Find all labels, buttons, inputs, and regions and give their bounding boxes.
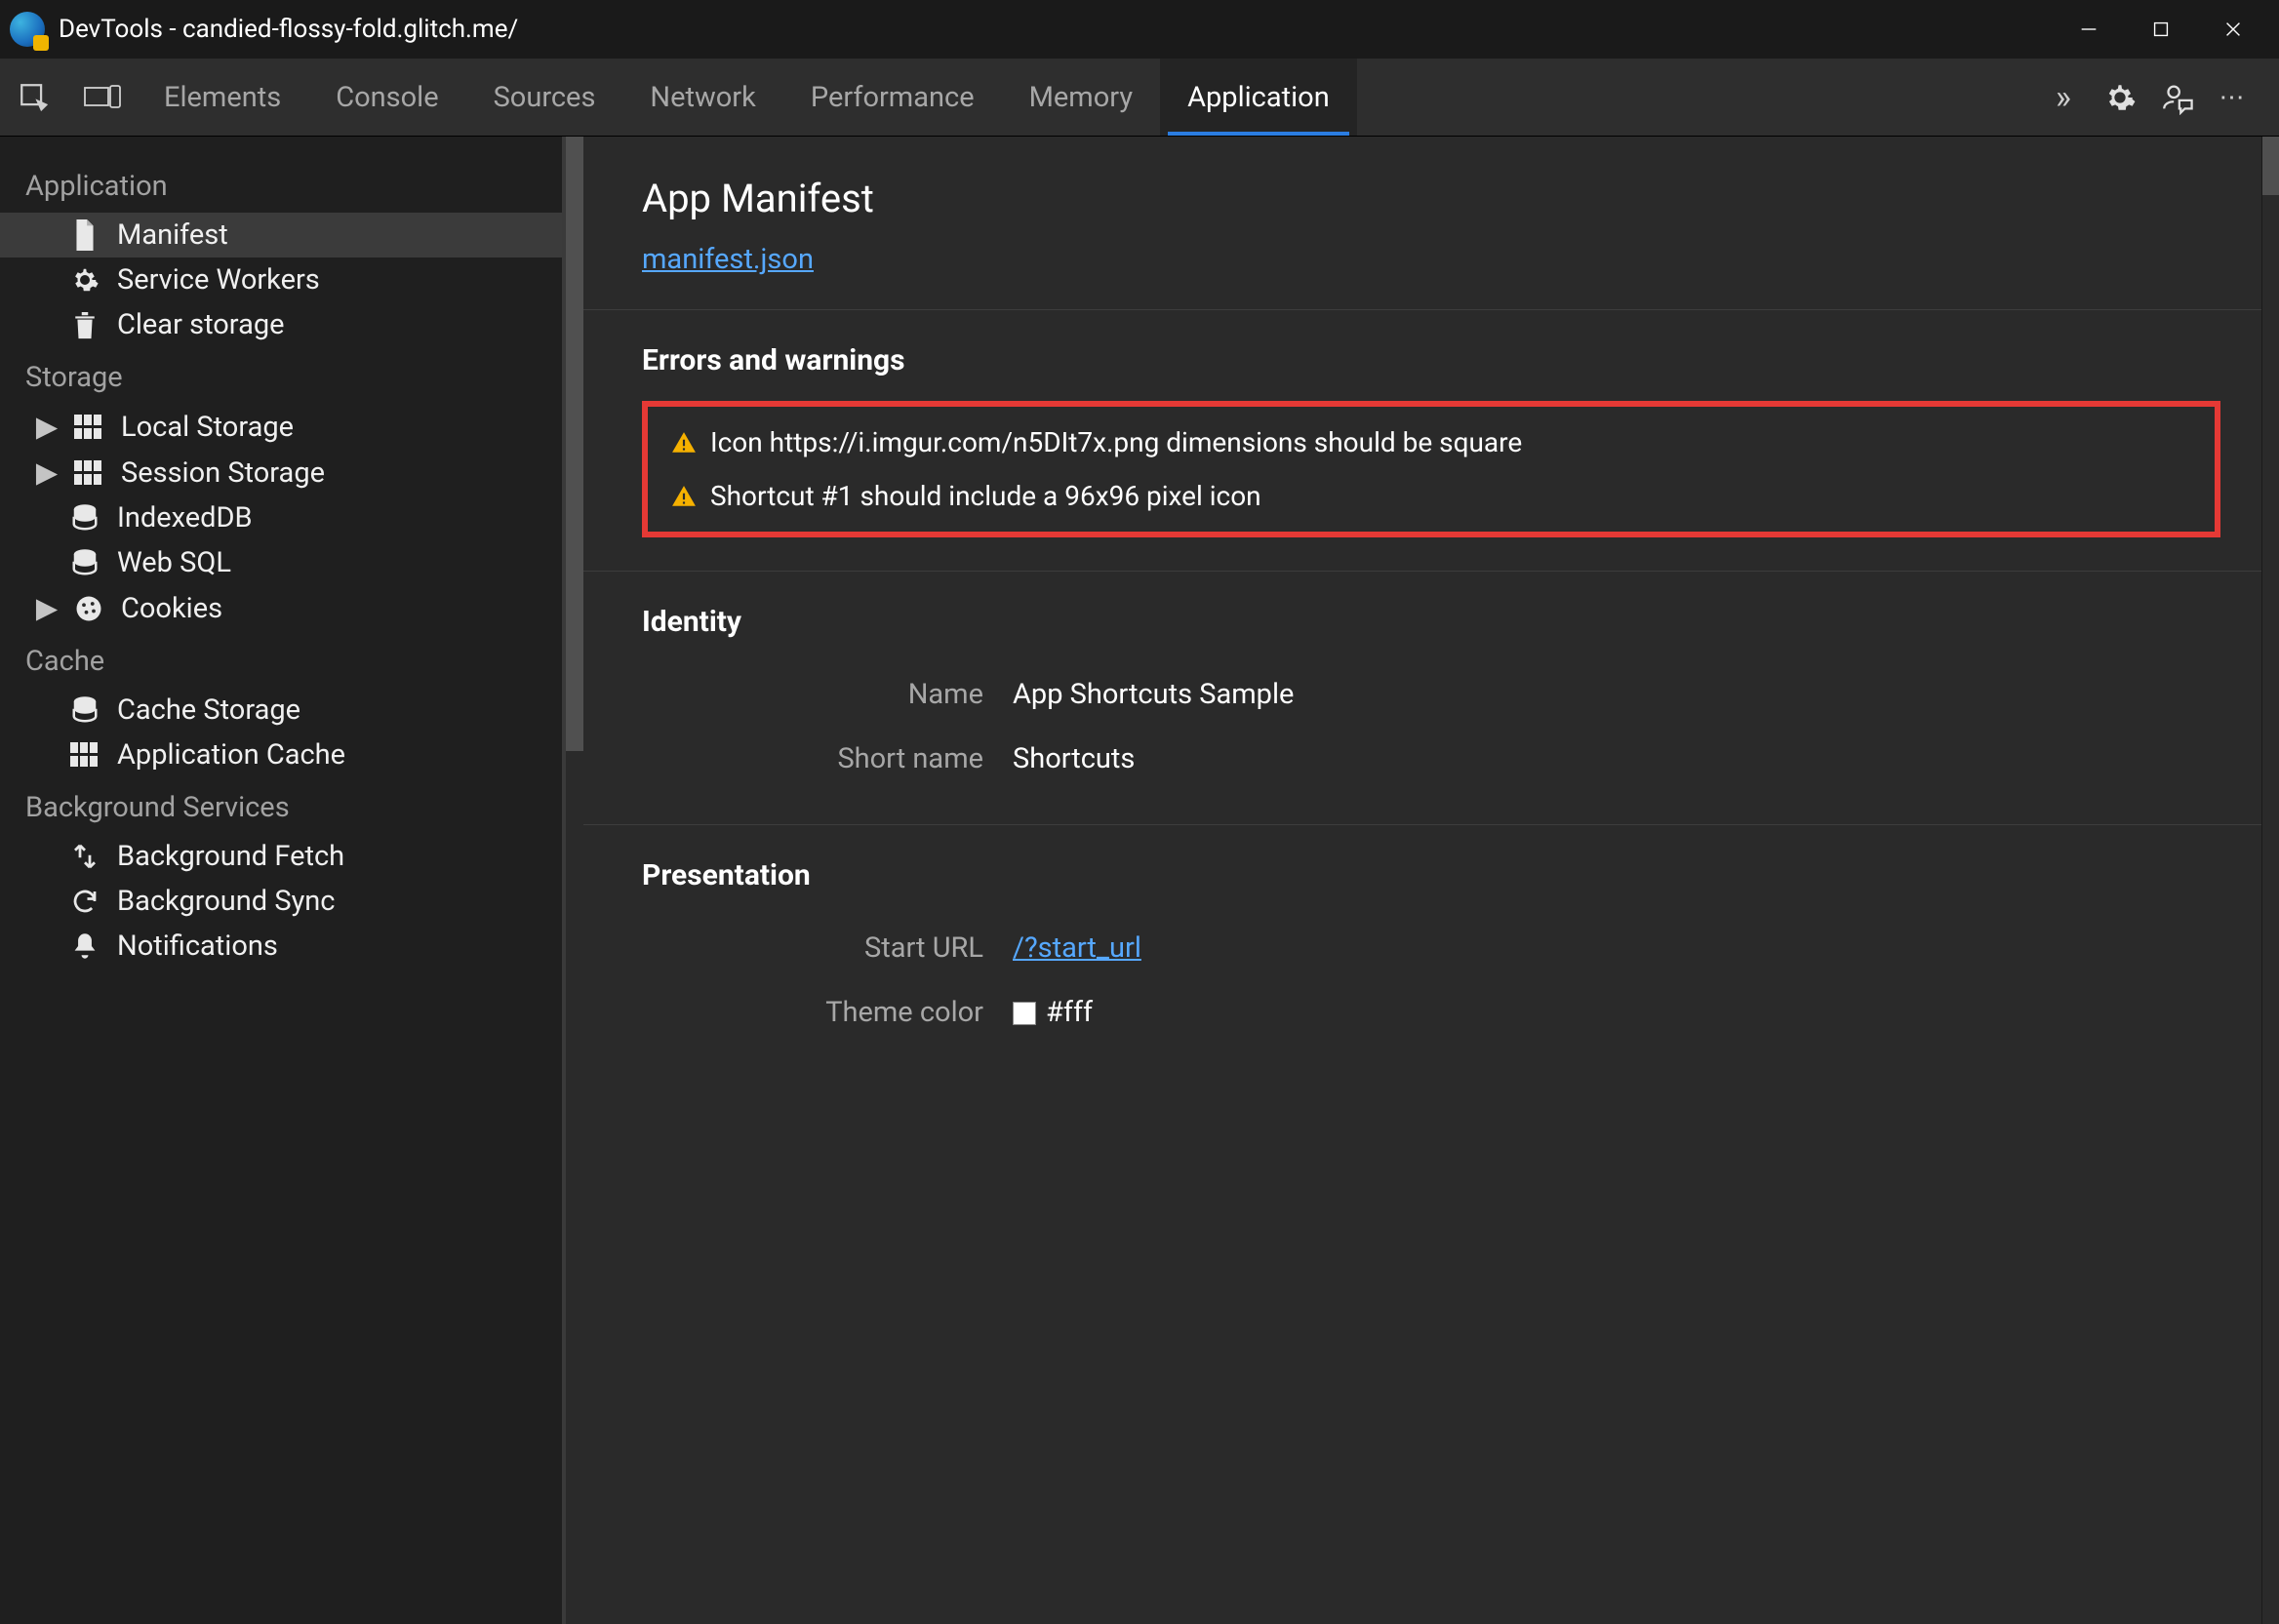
- identity-heading: Identity: [642, 605, 2220, 639]
- sync-icon: [68, 885, 101, 918]
- scrollbar-thumb[interactable]: [2262, 137, 2279, 195]
- theme-color-value: #fff: [1046, 996, 1093, 1029]
- file-icon: [68, 218, 101, 252]
- maximize-button[interactable]: [2125, 0, 2197, 59]
- sidebar-item-manifest[interactable]: Manifest: [0, 213, 562, 257]
- sidebar-item-label: IndexedDB: [117, 501, 253, 535]
- database-icon: [68, 501, 101, 535]
- sidebar-item-label: Background Sync: [117, 885, 336, 918]
- identity-name-label: Name: [642, 678, 1013, 711]
- gear-icon: [68, 263, 101, 297]
- sidebar-item-clear-storage[interactable]: Clear storage: [0, 302, 562, 347]
- sidebar-item-label: Notifications: [117, 930, 278, 963]
- sidebar-item-cookies[interactable]: ▶ Cookies: [0, 585, 562, 631]
- grid-icon: [72, 456, 105, 490]
- titlebar: DevTools - candied-flossy-fold.glitch.me…: [0, 0, 2279, 59]
- device-toolbar-icon[interactable]: [68, 59, 137, 136]
- close-button[interactable]: [2197, 0, 2269, 59]
- cookie-icon: [72, 592, 105, 625]
- minimize-button[interactable]: [2053, 0, 2125, 59]
- grid-icon: [72, 411, 105, 444]
- identity-shortname-value: Shortcuts: [1013, 742, 1135, 775]
- database-icon: [68, 546, 101, 579]
- panel-heading: App Manifest: [642, 176, 2220, 221]
- presentation-themecolor-row: Theme color #fff: [642, 980, 2220, 1045]
- sidebar-section-background-services: Background Services: [0, 777, 562, 834]
- application-sidebar: Application Manifest Service Workers Cle…: [0, 137, 566, 1624]
- identity-shortname-label: Short name: [642, 742, 1013, 775]
- sidebar-item-label: Local Storage: [121, 411, 294, 444]
- manifest-panel: App Manifest manifest.json Errors and wa…: [583, 137, 2279, 1624]
- feedback-icon[interactable]: [2160, 81, 2193, 114]
- sidebar-scrollbar[interactable]: [566, 137, 583, 1624]
- sidebar-item-background-fetch[interactable]: Background Fetch: [0, 834, 562, 879]
- inspect-element-icon[interactable]: [0, 59, 68, 136]
- sidebar-section-storage: Storage: [0, 347, 562, 404]
- tab-sources[interactable]: Sources: [466, 59, 623, 136]
- more-tabs-button[interactable]: »: [2047, 81, 2080, 114]
- more-menu-icon[interactable]: ⋯: [2217, 81, 2250, 114]
- sidebar-item-label: Manifest: [117, 218, 228, 252]
- sidebar-section-cache: Cache: [0, 631, 562, 688]
- tab-performance[interactable]: Performance: [783, 59, 1002, 136]
- start-url-label: Start URL: [642, 931, 1013, 965]
- sidebar-item-session-storage[interactable]: ▶ Session Storage: [0, 450, 562, 495]
- errors-highlight-box: Icon https://i.imgur.com/n5DIt7x.png dim…: [642, 401, 2220, 537]
- fetch-icon: [68, 840, 101, 873]
- trash-icon: [68, 308, 101, 341]
- main-scrollbar[interactable]: [2261, 137, 2279, 1624]
- sidebar-item-label: Application Cache: [117, 738, 345, 772]
- tab-memory[interactable]: Memory: [1002, 59, 1160, 136]
- devtools-window: DevTools - candied-flossy-fold.glitch.me…: [0, 0, 2279, 1624]
- chevron-right-icon[interactable]: ▶: [37, 410, 57, 444]
- errors-heading: Errors and warnings: [642, 343, 2220, 377]
- sidebar-item-label: Cookies: [121, 592, 222, 625]
- bell-icon: [68, 930, 101, 963]
- sidebar-item-service-workers[interactable]: Service Workers: [0, 257, 562, 302]
- sidebar-item-application-cache[interactable]: Application Cache: [0, 733, 562, 777]
- warning-row: Shortcut #1 should include a 96x96 pixel…: [671, 480, 2191, 512]
- theme-color-swatch: [1013, 1002, 1036, 1025]
- identity-shortname-row: Short name Shortcuts: [642, 727, 2220, 791]
- sidebar-item-indexeddb[interactable]: IndexedDB: [0, 495, 562, 540]
- sidebar-item-background-sync[interactable]: Background Sync: [0, 879, 562, 924]
- identity-name-row: Name App Shortcuts Sample: [642, 662, 2220, 727]
- sidebar-item-websql[interactable]: Web SQL: [0, 540, 562, 585]
- devtools-tabbar: Elements Console Sources Network Perform…: [0, 59, 2279, 137]
- scrollbar-thumb[interactable]: [566, 137, 583, 751]
- sidebar-item-label: Service Workers: [117, 263, 320, 297]
- manifest-link[interactable]: manifest.json: [642, 243, 814, 276]
- sidebar-item-label: Background Fetch: [117, 840, 344, 873]
- tab-console[interactable]: Console: [308, 59, 465, 136]
- warning-row: Icon https://i.imgur.com/n5DIt7x.png dim…: [671, 426, 2191, 458]
- sidebar-item-label: Session Storage: [121, 456, 325, 490]
- tab-network[interactable]: Network: [622, 59, 782, 136]
- presentation-starturl-row: Start URL /?start_url: [642, 916, 2220, 980]
- sidebar-item-label: Cache Storage: [117, 693, 300, 727]
- tab-strip: Elements Console Sources Network Perform…: [137, 59, 2018, 136]
- sidebar-item-label: Web SQL: [117, 546, 231, 579]
- database-icon: [68, 693, 101, 727]
- warning-icon: [671, 484, 697, 509]
- warning-text: Shortcut #1 should include a 96x96 pixel…: [710, 480, 1261, 512]
- sidebar-section-application: Application: [0, 156, 562, 213]
- settings-gear-icon[interactable]: [2103, 81, 2137, 114]
- tab-application[interactable]: Application: [1160, 59, 1357, 136]
- chevron-right-icon[interactable]: ▶: [37, 591, 57, 625]
- theme-color-label: Theme color: [642, 996, 1013, 1029]
- sidebar-item-cache-storage[interactable]: Cache Storage: [0, 688, 562, 733]
- sidebar-item-label: Clear storage: [117, 308, 285, 341]
- grid-icon: [68, 738, 101, 772]
- sidebar-item-notifications[interactable]: Notifications: [0, 924, 562, 969]
- sidebar-item-local-storage[interactable]: ▶ Local Storage: [0, 404, 562, 450]
- warning-text: Icon https://i.imgur.com/n5DIt7x.png dim…: [710, 426, 1522, 458]
- tab-elements[interactable]: Elements: [137, 59, 308, 136]
- app-icon: [10, 12, 45, 47]
- warning-icon: [671, 430, 697, 456]
- start-url-link[interactable]: /?start_url: [1013, 931, 1141, 965]
- presentation-heading: Presentation: [642, 858, 2220, 892]
- chevron-right-icon[interactable]: ▶: [37, 456, 57, 490]
- window-title: DevTools - candied-flossy-fold.glitch.me…: [59, 15, 518, 44]
- identity-name-value: App Shortcuts Sample: [1013, 678, 1294, 711]
